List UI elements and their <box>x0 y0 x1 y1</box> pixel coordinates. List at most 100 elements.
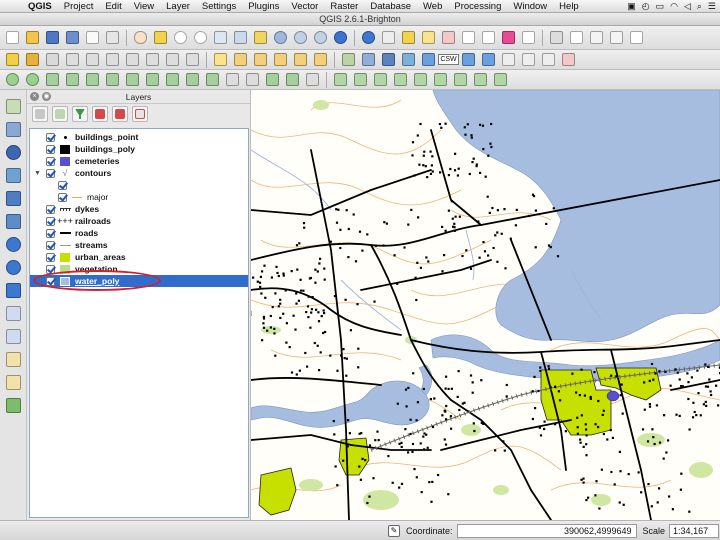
delete-part-icon[interactable] <box>164 71 181 88</box>
add-circular-string-icon[interactable] <box>452 71 469 88</box>
menu-settings[interactable]: Settings <box>196 1 242 12</box>
add-gps-layer-icon[interactable] <box>3 395 23 415</box>
coordinate-toggle-icon[interactable]: ✎ <box>388 524 400 537</box>
add-delimited-text-layer-icon[interactable] <box>3 303 23 323</box>
expand-all-icon[interactable] <box>92 106 108 122</box>
add-spatialite-icon[interactable] <box>3 165 23 185</box>
save-layer-edits-icon[interactable] <box>44 51 61 68</box>
wifi-icon[interactable]: ◠ <box>670 1 678 12</box>
cut-features-icon[interactable] <box>144 51 161 68</box>
redo-icon[interactable] <box>24 71 41 88</box>
layer-visibility-checkbox[interactable] <box>46 240 55 250</box>
layer-row-dykes[interactable]: dykes <box>30 203 248 215</box>
map-canvas[interactable] <box>251 90 720 520</box>
refresh-icon[interactable] <box>332 29 349 46</box>
label-tool-icon[interactable] <box>212 51 229 68</box>
paste-features-icon[interactable] <box>184 51 201 68</box>
measure-line-icon[interactable] <box>548 29 565 46</box>
layer-row-buildings-point[interactable]: buildings_point <box>30 131 248 143</box>
collapse-triangle-icon[interactable]: ▼ <box>34 170 42 177</box>
tray-app-icon[interactable]: ▣ <box>627 1 636 12</box>
select-features-icon[interactable] <box>400 29 417 46</box>
change-label-icon[interactable] <box>312 51 329 68</box>
merge-selected-icon[interactable] <box>264 71 281 88</box>
panel-close-button[interactable]: × <box>30 92 39 101</box>
georeferencer-icon[interactable] <box>392 71 409 88</box>
remove-layer-icon[interactable] <box>560 51 577 68</box>
layer-visibility-checkbox[interactable] <box>46 144 55 154</box>
show-hide-labels-icon[interactable] <box>252 51 269 68</box>
zoom-last-icon[interactable] <box>292 29 309 46</box>
layer-row-buildings-poly[interactable]: buildings_poly <box>30 143 248 155</box>
layer-row-water-poly[interactable]: water_poly <box>30 275 248 287</box>
save-project-icon[interactable] <box>44 29 61 46</box>
zoom-out-icon[interactable] <box>192 29 209 46</box>
add-oracle-icon[interactable] <box>3 211 23 231</box>
add-spatialite-layer-icon[interactable] <box>400 51 417 68</box>
menu-vector[interactable]: Vector <box>285 1 324 12</box>
delete-ring-icon[interactable] <box>144 71 161 88</box>
add-postgis-layer-icon[interactable] <box>380 51 397 68</box>
snapping-icon[interactable] <box>352 71 369 88</box>
zoom-in-icon[interactable] <box>172 29 189 46</box>
new-gpx-layer-icon[interactable] <box>3 372 23 392</box>
coordinate-field[interactable]: 390062,4999649 <box>456 523 637 538</box>
node-tool-icon[interactable] <box>104 51 121 68</box>
add-vector-layer-icon[interactable] <box>340 51 357 68</box>
zoom-full-icon[interactable] <box>232 29 249 46</box>
menu-view[interactable]: View <box>128 1 160 12</box>
split-features-icon[interactable] <box>224 71 241 88</box>
collapse-all-icon[interactable] <box>112 106 128 122</box>
notification-list-icon[interactable]: ☰ <box>708 1 716 12</box>
add-mssql-icon[interactable] <box>3 188 23 208</box>
add-wms-layer-icon[interactable] <box>420 51 437 68</box>
trace-icon[interactable] <box>492 71 509 88</box>
delete-selected-icon[interactable] <box>124 51 141 68</box>
offset-curve-icon[interactable] <box>204 71 221 88</box>
merge-attributes-icon[interactable] <box>284 71 301 88</box>
filter-legend-icon[interactable] <box>72 106 88 122</box>
run-action-icon[interactable] <box>380 29 397 46</box>
undo-icon[interactable] <box>4 71 21 88</box>
pin-labels-icon[interactable] <box>232 51 249 68</box>
layer-row-railroads[interactable]: +++ railroads <box>30 215 248 227</box>
add-feature-icon[interactable] <box>64 51 81 68</box>
time-machine-icon[interactable]: ◴ <box>642 1 650 12</box>
menu-edit[interactable]: Edit <box>99 1 127 12</box>
menu-processing[interactable]: Processing <box>448 1 507 12</box>
panel-float-button[interactable]: ◉ <box>42 92 51 101</box>
layer-visibility-checkbox[interactable] <box>46 276 55 286</box>
display-icon[interactable]: ▭ <box>656 1 665 12</box>
menu-window[interactable]: Window <box>507 1 553 12</box>
add-wcs-layer-icon[interactable] <box>460 51 477 68</box>
new-layer-icon[interactable] <box>3 349 23 369</box>
toggle-editing-icon[interactable] <box>24 51 41 68</box>
menu-raster[interactable]: Raster <box>324 1 364 12</box>
add-ring-icon[interactable] <box>84 71 101 88</box>
digitize-icon[interactable] <box>372 71 389 88</box>
edit-geometry-icon[interactable] <box>472 71 489 88</box>
vertex-tool-icon[interactable] <box>332 71 349 88</box>
rule-visibility-checkbox[interactable] <box>58 180 67 190</box>
layer-row-streams[interactable]: streams <box>30 239 248 251</box>
move-label-icon[interactable] <box>272 51 289 68</box>
menu-help[interactable]: Help <box>553 1 585 12</box>
spotlight-search-icon[interactable]: ⌕ <box>697 1 702 12</box>
map-tips-icon[interactable] <box>568 29 585 46</box>
attribute-table-icon[interactable] <box>480 29 497 46</box>
menu-database[interactable]: Database <box>364 1 417 12</box>
menu-project[interactable]: Project <box>58 1 100 12</box>
fill-ring-icon[interactable] <box>124 71 141 88</box>
menu-plugins[interactable]: Plugins <box>242 1 285 12</box>
pan-hand-icon[interactable] <box>132 29 149 46</box>
select-by-expression-icon[interactable] <box>420 29 437 46</box>
layer-visibility-checkbox[interactable] <box>46 132 55 142</box>
open-layer-styling-icon[interactable] <box>32 106 48 122</box>
zoom-to-selection-icon[interactable] <box>252 29 269 46</box>
new-project-icon[interactable] <box>4 29 21 46</box>
add-raster-icon[interactable] <box>3 119 23 139</box>
show-bookmarks-icon[interactable] <box>608 29 625 46</box>
add-wfs-icon[interactable] <box>3 280 23 300</box>
field-calculator-icon[interactable] <box>460 29 477 46</box>
add-delimited-text-icon[interactable] <box>500 51 517 68</box>
